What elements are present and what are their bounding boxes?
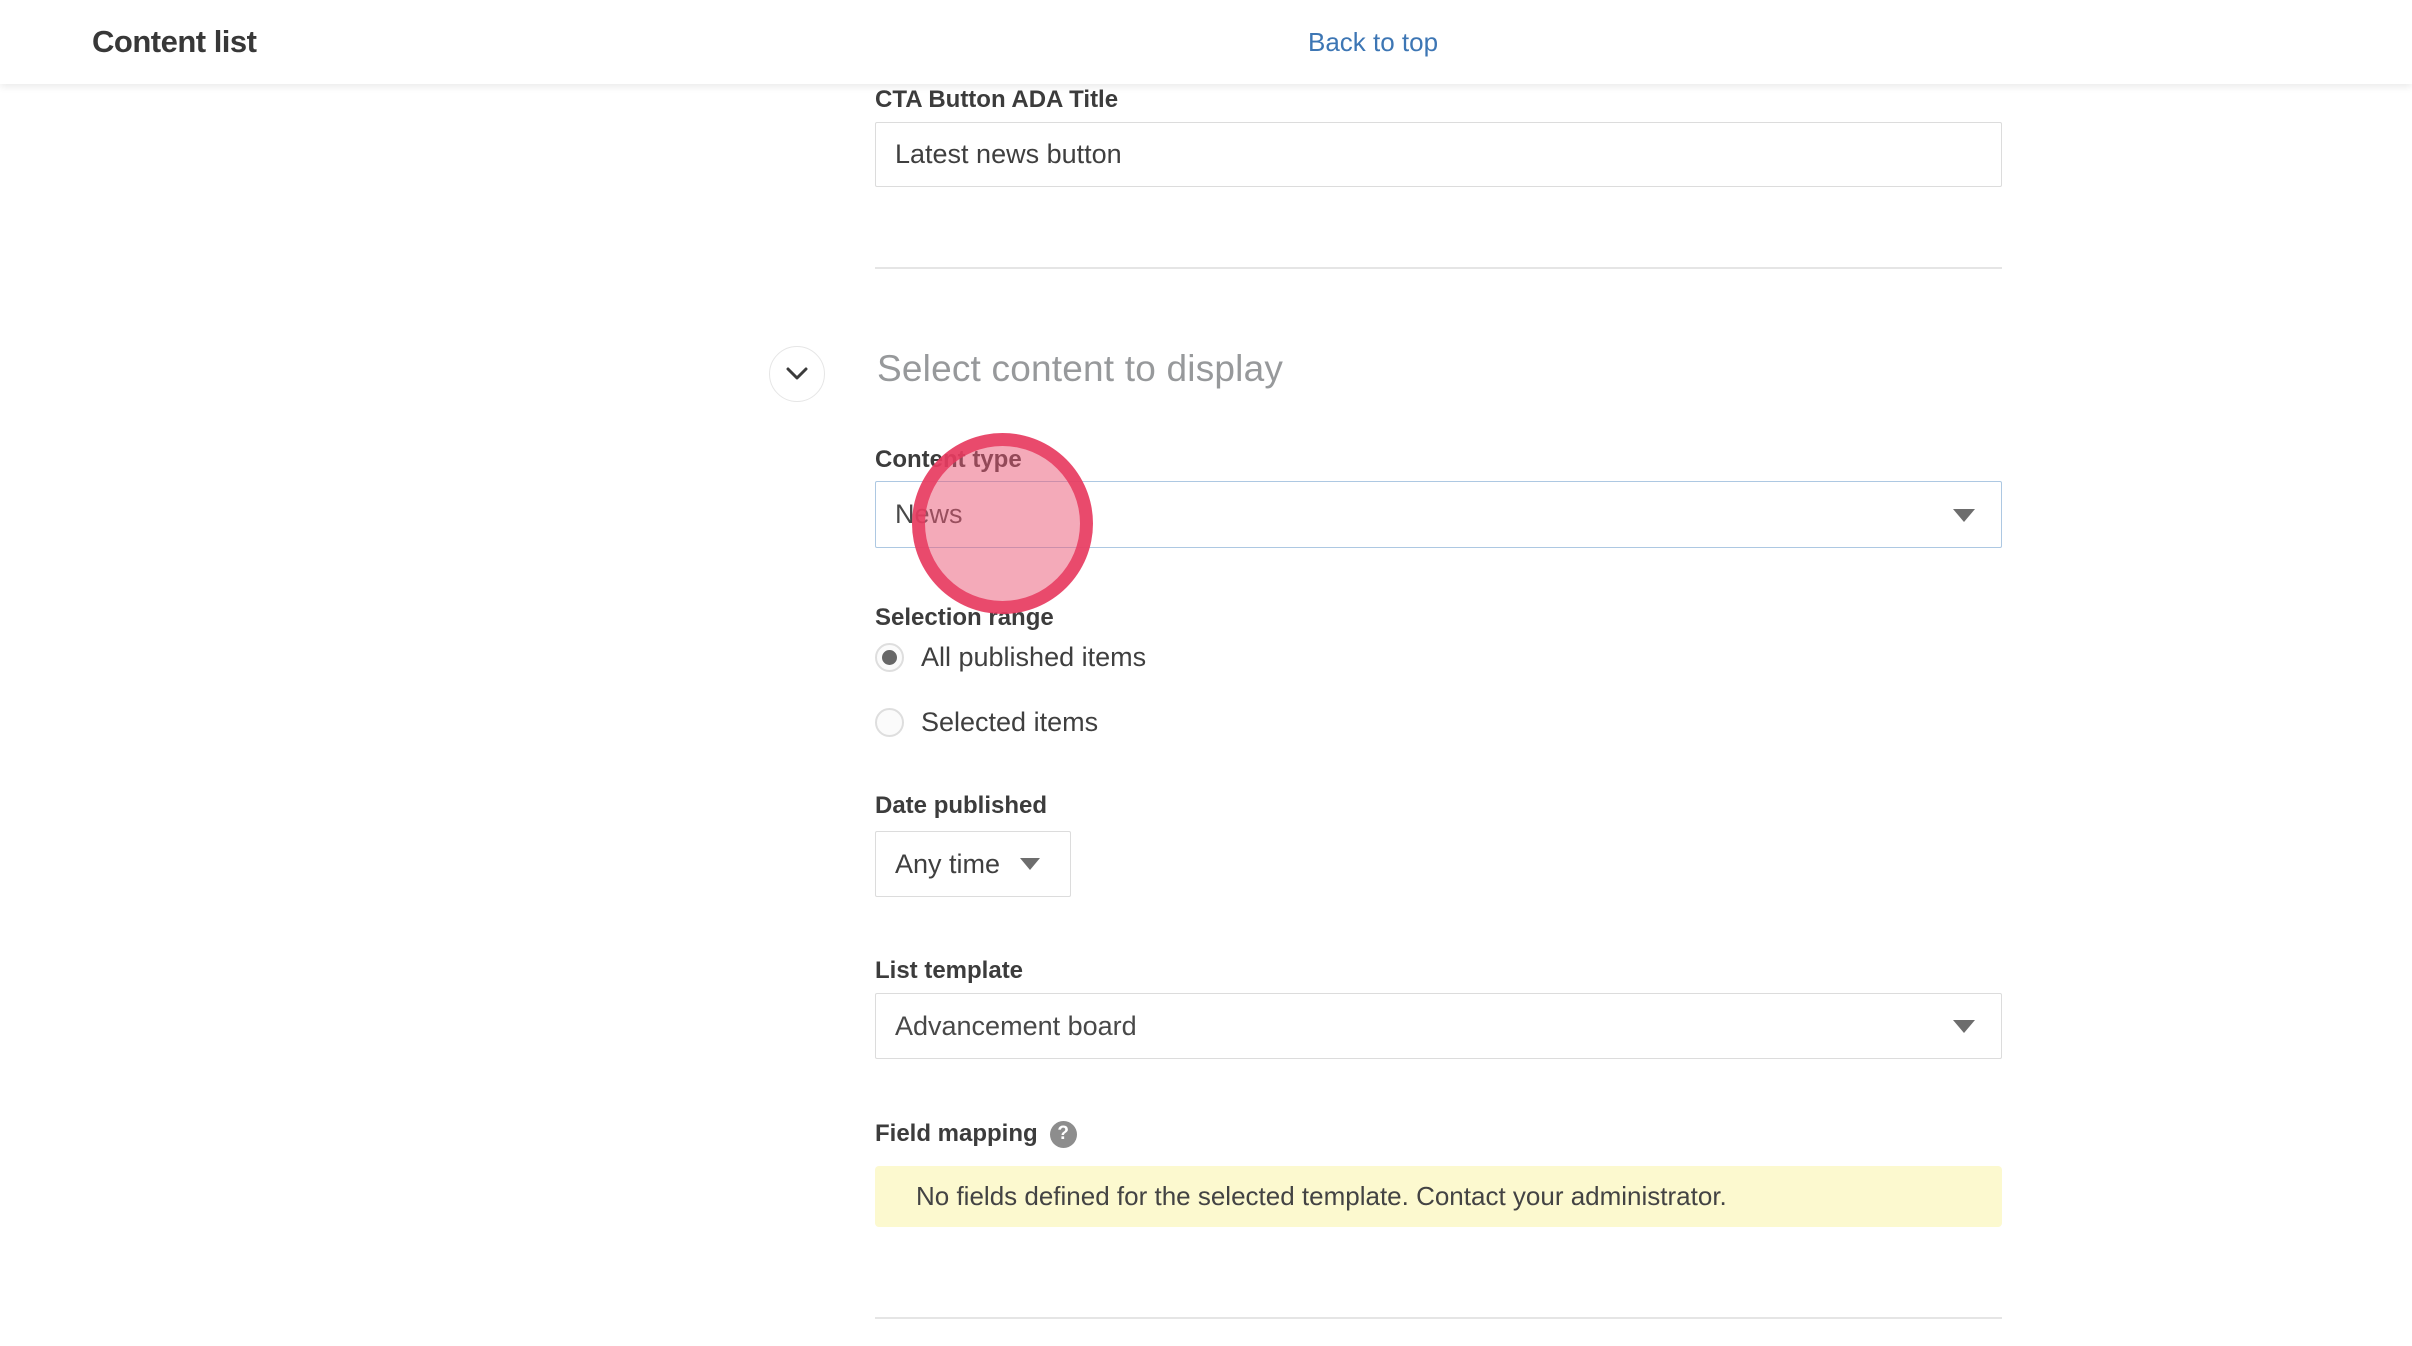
radio-label: Selected items [921,707,1098,738]
radio-unselected-icon[interactable] [875,708,904,737]
dropdown-arrow-icon [1953,509,1975,522]
warning-text: No fields defined for the selected templ… [916,1181,1727,1212]
radio-selected-icon[interactable] [875,643,904,672]
date-published-select[interactable]: Any time [875,831,1071,897]
cta-ada-title-input[interactable]: Latest news button [875,122,2002,187]
content-list-editor-page: Content list Back to top CTA Button ADA … [0,0,2412,1346]
field-mapping-label: Field mapping [875,1120,1038,1148]
field-mapping-row: Field mapping ? [875,1120,1077,1148]
page-title: Content list [92,0,257,84]
help-icon[interactable]: ? [1050,1121,1077,1148]
radio-label: All published items [921,642,1146,673]
dropdown-arrow-icon [1953,1020,1975,1033]
list-template-value: Advancement board [895,1011,1137,1042]
chevron-down-icon [786,367,808,381]
field-mapping-warning: No fields defined for the selected templ… [875,1166,2002,1227]
section-divider [875,267,2002,269]
content-type-value: News [895,499,963,530]
content-type-select[interactable]: News [875,481,2002,548]
section-heading: Select content to display [877,348,1283,390]
date-published-value: Any time [895,849,1000,880]
back-to-top-link[interactable]: Back to top [1308,0,1438,84]
date-published-label: Date published [875,792,1047,820]
selection-range-label: Selection range [875,604,1054,632]
content-type-label: Content type [875,446,1022,474]
cta-ada-title-label: CTA Button ADA Title [875,86,1118,114]
dropdown-arrow-icon [1020,858,1040,870]
cta-ada-title-value: Latest news button [895,139,1122,170]
radio-selected-items[interactable]: Selected items [875,705,1098,739]
top-bar: Content list Back to top [0,0,2412,84]
bottom-divider [875,1317,2002,1319]
list-template-select[interactable]: Advancement board [875,993,2002,1059]
list-template-label: List template [875,957,1023,985]
radio-all-published-items[interactable]: All published items [875,640,1146,674]
collapse-section-button[interactable] [769,346,825,402]
